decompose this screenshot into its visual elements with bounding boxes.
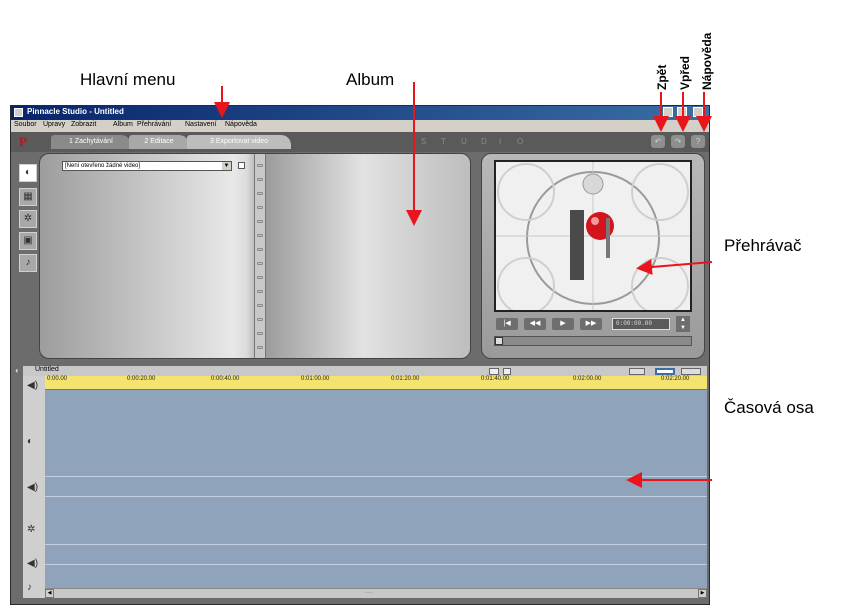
text-view-button[interactable] bbox=[681, 368, 701, 375]
play-button[interactable]: ▶ bbox=[552, 318, 574, 330]
ruler-tick: 0:00:40.00 bbox=[211, 376, 240, 382]
sound-effects-track-icon[interactable]: ◀) bbox=[27, 558, 38, 569]
scrubber-knob[interactable] bbox=[495, 337, 503, 345]
timeline-ruler[interactable]: 0:00.00 0:00:20.00 0:00:40.00 0:01:00.00… bbox=[45, 376, 707, 390]
annotation-player: Přehrávač bbox=[724, 236, 802, 255]
track-headers: ◀) ◐ ◀) ✲ ◀) ♪ bbox=[23, 376, 45, 598]
annotation-back: Zpět bbox=[655, 64, 669, 90]
annotation-album: Album bbox=[346, 70, 395, 89]
ruler-tick: 0:00:20.00 bbox=[127, 376, 156, 382]
player-panel: |◀ ◀◀ ▶ ▶▶ 0:00:00.00 ▲ ▼ bbox=[481, 153, 705, 359]
track-divider bbox=[45, 476, 707, 477]
menu-soubor[interactable]: Soubor bbox=[14, 121, 37, 128]
timeline-delete-button[interactable] bbox=[503, 368, 511, 375]
ruler-tick: 0:01:20.00 bbox=[391, 376, 420, 382]
chevron-down-icon[interactable]: ▼ bbox=[222, 162, 231, 170]
fast-forward-button[interactable]: ▶▶ bbox=[580, 318, 602, 330]
close-button[interactable] bbox=[693, 107, 703, 117]
menu-prehravani[interactable]: Přehrávání bbox=[137, 121, 171, 128]
ruler-tick: 0:01:40.00 bbox=[481, 376, 510, 382]
minimize-button[interactable] bbox=[663, 107, 673, 117]
album-video-select[interactable]: [Není otevřeno žádné video] ▼ bbox=[62, 161, 232, 171]
speaker-icon[interactable]: ◀) bbox=[27, 380, 38, 391]
timeline-scrollbar[interactable]: ◀ ···· ▶ bbox=[45, 588, 707, 598]
timeline-view-button[interactable] bbox=[655, 368, 675, 375]
redo-button[interactable]: ↷ bbox=[671, 135, 685, 148]
studio-letter: U bbox=[461, 137, 467, 146]
track-divider bbox=[45, 564, 707, 565]
tab-edit[interactable]: 2 Editace bbox=[129, 135, 189, 149]
album-titles-tab-icon[interactable]: ✲ bbox=[19, 210, 37, 228]
ruler-tick: 0:00.00 bbox=[47, 376, 68, 382]
album-stills-tab-icon[interactable]: ▣ bbox=[19, 232, 37, 250]
timeline-tracks[interactable] bbox=[45, 390, 707, 588]
menu-napoveda[interactable]: Nápověda bbox=[225, 121, 257, 128]
scroll-right-button[interactable]: ▶ bbox=[698, 589, 707, 598]
ruler-tick: 0:01:00.00 bbox=[301, 376, 330, 382]
main-menu: Soubor Úpravy Zobrazit Album Přehrávání … bbox=[11, 120, 709, 132]
rewind-button[interactable]: ◀◀ bbox=[524, 318, 546, 330]
album-video-tab-icon[interactable]: ◐ bbox=[19, 164, 37, 182]
undo-button[interactable]: ↶ bbox=[651, 135, 665, 148]
menu-nastaveni[interactable]: Nastavení bbox=[185, 121, 217, 128]
album-checkbox[interactable] bbox=[238, 162, 245, 169]
title-bar: Pinnacle Studio - Untitled bbox=[11, 106, 709, 120]
menu-upravy[interactable]: Úpravy bbox=[43, 121, 65, 128]
ruler-tick: 0:02:20.00 bbox=[661, 376, 690, 382]
studio-letter: T bbox=[441, 137, 446, 146]
timeline-icon: ◐ bbox=[15, 366, 20, 375]
studio-letter: D bbox=[481, 137, 487, 146]
app-window: Pinnacle Studio - Untitled Soubor Úpravy… bbox=[10, 105, 710, 605]
annotation-timeline: Časová osa bbox=[724, 398, 814, 417]
timecode-field[interactable]: 0:00:00.00 bbox=[612, 318, 670, 330]
scroll-grip[interactable]: ···· bbox=[365, 590, 373, 596]
menu-album[interactable]: Album bbox=[113, 121, 133, 128]
test-pattern-image bbox=[496, 162, 690, 310]
timeline-cut-button[interactable] bbox=[489, 368, 499, 375]
video-track-icon[interactable]: ◐ bbox=[27, 436, 33, 447]
window-title: Pinnacle Studio - Untitled bbox=[27, 107, 124, 116]
tab-capture[interactable]: 1 Zachytávání bbox=[51, 135, 131, 149]
music-track-icon[interactable]: ♪ bbox=[27, 582, 32, 593]
studio-letter: S bbox=[421, 137, 427, 146]
storyboard-view-button[interactable] bbox=[629, 368, 645, 375]
album-select-value: [Není otevřeno žádné video] bbox=[65, 163, 141, 169]
title-track-icon[interactable]: ✲ bbox=[27, 524, 35, 535]
help-button[interactable]: ? bbox=[691, 135, 705, 148]
album-panel: [Není otevřeno žádné video] ▼ bbox=[39, 153, 471, 359]
ruler-tick: 0:02:00.00 bbox=[573, 376, 602, 382]
timecode-spinner[interactable]: ▲ ▼ bbox=[676, 316, 690, 332]
mode-tab-bar: P 1 Zachytávání 2 Editace 3 Exportovat v… bbox=[11, 132, 709, 152]
timeline-project-name: Untitled bbox=[35, 366, 59, 373]
scroll-left-button[interactable]: ◀ bbox=[45, 589, 54, 598]
annotation-main-menu: Hlavní menu bbox=[80, 70, 176, 89]
maximize-button[interactable] bbox=[677, 107, 687, 117]
audio-track-icon[interactable]: ◀) bbox=[27, 482, 38, 493]
menu-zobrazit[interactable]: Zobrazit bbox=[71, 121, 96, 128]
go-to-start-button[interactable]: |◀ bbox=[496, 318, 518, 330]
tab-export[interactable]: 3 Exportovat video bbox=[187, 135, 291, 149]
album-transitions-tab-icon[interactable]: ▦ bbox=[19, 188, 37, 206]
app-icon bbox=[14, 108, 23, 117]
timeline-header: Untitled bbox=[23, 366, 707, 376]
player-scrubber[interactable] bbox=[494, 336, 692, 346]
studio-letter: O bbox=[517, 137, 524, 146]
album-sound-tab-icon[interactable]: ♪ bbox=[19, 254, 37, 272]
pinnacle-logo: P bbox=[19, 134, 27, 149]
track-divider bbox=[45, 496, 707, 497]
annotation-forward: Vpřed bbox=[678, 55, 692, 90]
player-screen bbox=[494, 160, 692, 312]
studio-letter: I bbox=[499, 137, 502, 146]
annotation-help: Nápověda bbox=[700, 32, 714, 90]
track-divider bbox=[45, 544, 707, 545]
album-spine bbox=[254, 154, 266, 358]
